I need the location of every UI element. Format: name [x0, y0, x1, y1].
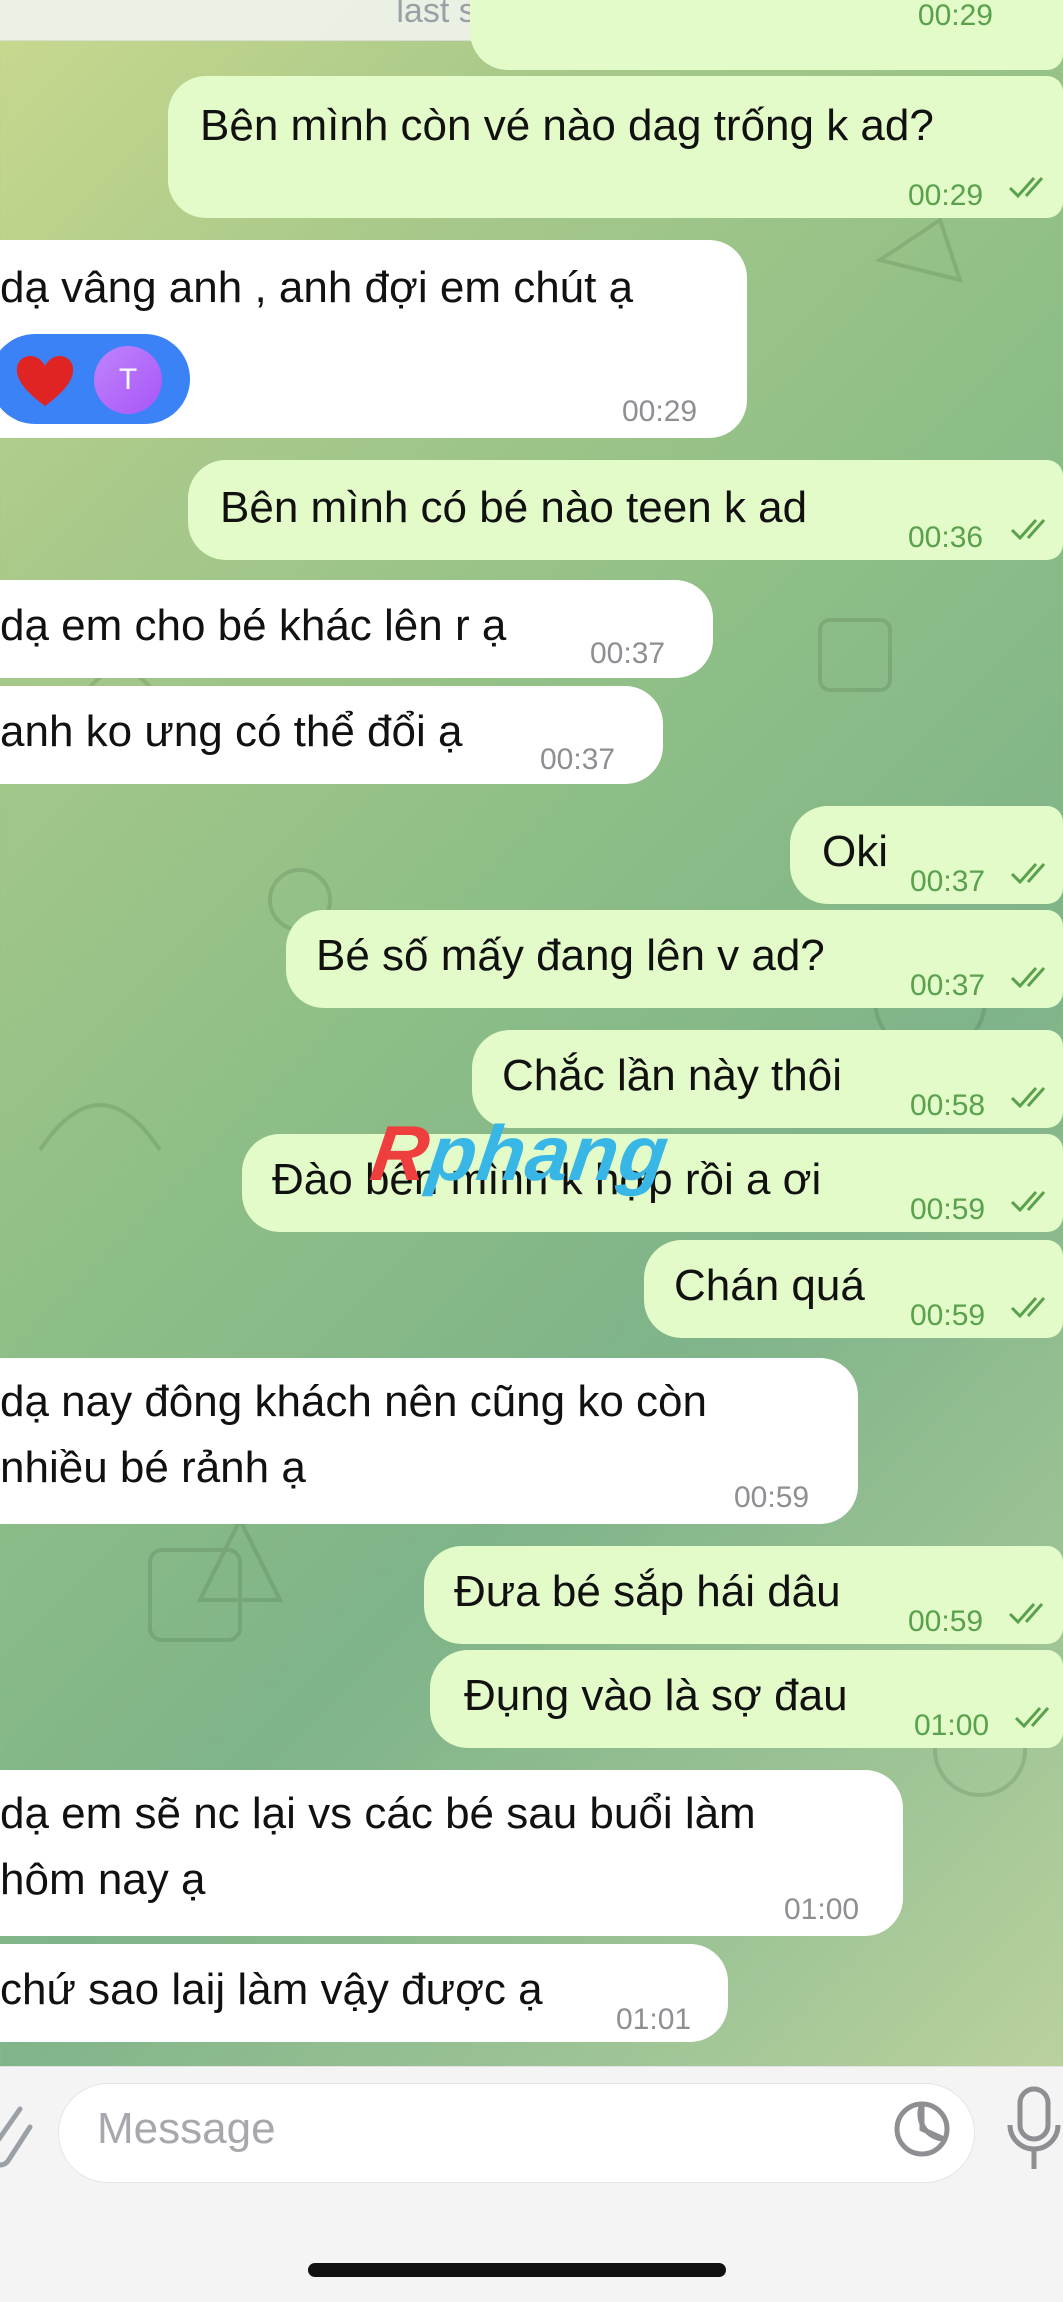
message-time: 00:59 — [910, 1299, 986, 1332]
message-bubble-incoming[interactable]: anh ko ưng có thể đổi ạ 00:37 — [0, 686, 663, 784]
message-reaction[interactable]: T — [0, 334, 190, 424]
message-bubble-incoming[interactable]: dạ em cho bé khác lên r ạ 00:37 — [0, 580, 713, 678]
message-time: 00:37 — [540, 743, 616, 776]
double-check-icon — [1010, 1297, 1046, 1319]
message-text-line: nhiều bé rảnh ạ — [0, 1443, 306, 1492]
message-input[interactable]: Message — [58, 2083, 975, 2183]
message-text: Oki — [822, 827, 888, 876]
message-time: 00:37 — [910, 969, 986, 1002]
message-time: 01:00 — [914, 1709, 990, 1742]
message-bubble-incoming[interactable]: dạ em sẽ nc lại vs các bé sau buổi làm h… — [0, 1770, 903, 1936]
message-text: Đụng vào là sợ đau — [464, 1671, 848, 1720]
double-check-icon — [1008, 1603, 1044, 1625]
message-text: Bé số mấy đang lên v ad? — [316, 931, 825, 980]
message-time: 00:29 — [908, 179, 984, 212]
mic-icon[interactable] — [1004, 2085, 1063, 2175]
message-time: 00:29 — [917, 0, 993, 32]
message-placeholder: Message — [97, 2104, 276, 2153]
message-bubble-outgoing[interactable]: Bên mình có bé nào teen k ad 00:36 — [188, 460, 1063, 560]
message-bubble-incoming[interactable]: dạ nay đông khách nên cũng ko còn nhiều … — [0, 1358, 858, 1524]
message-time: 00:59 — [908, 1605, 984, 1638]
watermark-part-blue: phang — [423, 1109, 675, 1197]
message-text: dạ vâng anh , anh đợi em chút ạ — [0, 263, 634, 312]
message-bubble-outgoing[interactable]: Oki 00:37 — [790, 806, 1063, 904]
message-text: Đưa bé sắp hái dâu — [454, 1567, 841, 1616]
message-bubble-outgoing[interactable]: 00:29 — [470, 0, 1063, 70]
message-text-line: hôm nay ạ — [0, 1855, 206, 1904]
message-bubble-outgoing[interactable]: Chán quá 00:59 — [644, 1240, 1063, 1338]
double-check-icon — [1008, 177, 1044, 199]
message-bubble-incoming[interactable]: dạ vâng anh , anh đợi em chút ạ T 00:29 — [0, 240, 747, 438]
message-time: 00:36 — [908, 521, 984, 554]
message-time: 00:37 — [590, 637, 666, 670]
message-time: 00:59 — [910, 1193, 986, 1226]
message-bubble-outgoing[interactable]: Bé số mấy đang lên v ad? 00:37 — [286, 910, 1063, 1008]
heart-icon — [16, 356, 74, 406]
message-text: dạ em cho bé khác lên r ạ — [0, 601, 507, 650]
message-text-line: dạ em sẽ nc lại vs các bé sau buổi làm — [0, 1789, 756, 1838]
message-text: anh ko ưng có thể đổi ạ — [0, 707, 463, 756]
message-time: 01:01 — [616, 2003, 692, 2036]
message-bubble-outgoing[interactable]: Đụng vào là sợ đau 01:00 — [430, 1650, 1063, 1748]
message-bubble-incoming[interactable]: chứ sao laij làm vậy được ạ 01:01 — [0, 1944, 728, 2042]
sticker-icon[interactable] — [892, 2099, 952, 2159]
message-text: Bên mình có bé nào teen k ad — [220, 483, 808, 532]
message-text: Chắc lần này thôi — [502, 1051, 842, 1100]
message-text-line: dạ nay đông khách nên cũng ko còn — [0, 1377, 707, 1426]
message-time: 00:58 — [910, 1089, 986, 1122]
home-indicator[interactable] — [308, 2263, 726, 2277]
message-bubble-outgoing[interactable]: Bên mình còn vé nào dag trống k ad? 00:2… — [168, 76, 1063, 218]
message-time: 00:59 — [734, 1481, 810, 1514]
double-check-icon — [1010, 863, 1046, 885]
attach-icon[interactable] — [0, 2097, 36, 2177]
message-bubble-outgoing[interactable]: Đưa bé sắp hái dâu 00:59 — [424, 1546, 1063, 1644]
message-text: Chán quá — [674, 1261, 865, 1310]
message-text: Bên mình còn vé nào dag trống k ad? — [200, 101, 934, 150]
watermark-logo: Rphang — [366, 1108, 675, 1199]
double-check-icon — [1010, 519, 1046, 541]
reaction-user-avatar: T — [94, 346, 162, 414]
double-check-icon — [1010, 1087, 1046, 1109]
message-text: chứ sao laij làm vậy được ạ — [0, 1965, 543, 2014]
double-check-icon — [1010, 967, 1046, 989]
message-time: 01:00 — [784, 1893, 860, 1926]
double-check-icon — [1010, 1191, 1046, 1213]
message-time: 00:29 — [622, 395, 698, 428]
message-time: 00:37 — [910, 865, 986, 898]
double-check-icon — [1014, 1707, 1050, 1729]
